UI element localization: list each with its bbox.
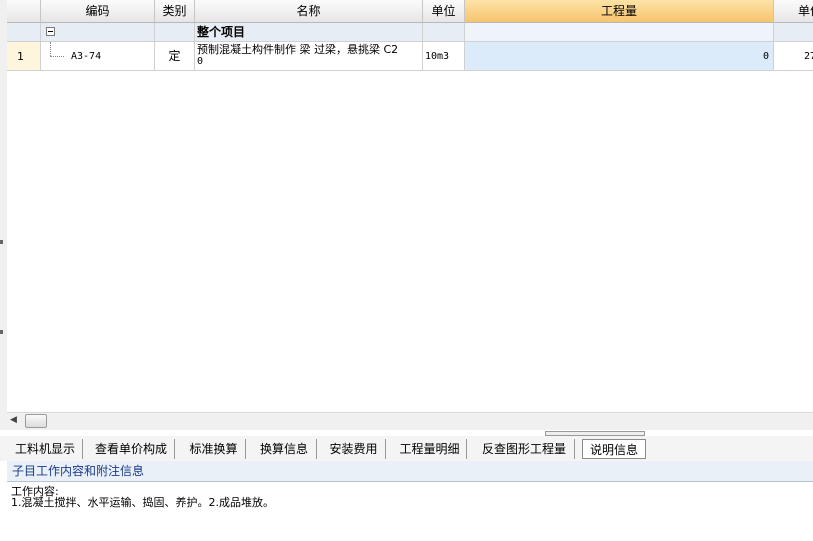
row-index[interactable]: 1 [7,42,41,71]
column-header-name[interactable]: 名称 [195,0,423,23]
row-code: A3-74 [71,51,102,62]
tree-line [50,56,64,58]
splitter-grip-icon [0,240,3,244]
tab-installation-fee[interactable]: 安装费用 [322,439,386,459]
column-header-price[interactable]: 单价 [774,0,813,23]
row-name-cell[interactable]: 预制混凝土构件制作 梁 过梁，悬挑梁 C2 0 [195,42,423,71]
tab-conversion-info[interactable]: 换算信息 [252,439,317,459]
group-row-name: 整个项目 [195,23,423,42]
splitter-grip-icon [0,330,3,334]
detail-text: 1.混凝土搅拌、水平运输、捣固、养护。2.成品堆放。 [11,496,274,509]
tree-line [50,42,52,56]
row-name-line2: 0 [197,56,204,67]
tab-labor-material[interactable]: 工料机显示 [8,439,83,459]
group-row-type [155,23,195,42]
group-row-index [7,23,41,42]
group-row-code [41,23,155,42]
detail-content: 工作内容: 1.混凝土搅拌、水平运输、捣固、养护。2.成品堆放。 [7,483,813,541]
tab-unit-price-composition[interactable]: 查看单价构成 [88,439,175,459]
column-header-unit[interactable]: 单位 [423,0,465,23]
tab-quantity-detail[interactable]: 工程量明细 [393,439,467,459]
column-header-code[interactable]: 编码 [41,0,155,23]
row-code-cell[interactable]: A3-74 [41,42,155,71]
tab-standard-conversion[interactable]: 标准换算 [182,439,246,459]
quota-grid: 编码 类别 名称 单位 工程量 单价 整个项目 1 A3-74 定 预制混凝土构… [7,0,813,430]
group-row-quantity[interactable] [465,23,774,42]
group-row-unit [423,23,465,42]
tab-description-info[interactable]: 说明信息 [582,439,646,459]
row-unit[interactable]: 10m3 [423,42,465,71]
group-row-price [774,23,813,42]
column-header-rownum[interactable] [7,0,41,23]
horizontal-scrollbar[interactable]: ◀ [7,412,813,430]
column-header-type[interactable]: 类别 [155,0,195,23]
row-quantity[interactable]: 0 [465,42,774,71]
row-type[interactable]: 定 [155,42,195,71]
column-header-quantity[interactable]: 工程量 [465,0,774,23]
scrollbar-thumb[interactable] [25,414,47,428]
collapse-icon[interactable] [46,27,55,36]
row-price[interactable]: 27 [774,42,813,71]
tab-reverse-graphic-quantity[interactable]: 反查图形工程量 [474,439,575,459]
scroll-left-icon[interactable]: ◀ [10,415,17,425]
bottom-tab-bar: 工料机显示 查看单价构成 标准换算 换算信息 安装费用 工程量明细 反查图形工程… [0,436,813,461]
row-name-line1: 预制混凝土构件制作 梁 过梁，悬挑梁 C2 [197,43,399,56]
detail-title: 子目工作内容和附注信息 [7,461,813,482]
detail-label: 工作内容: [11,485,59,498]
